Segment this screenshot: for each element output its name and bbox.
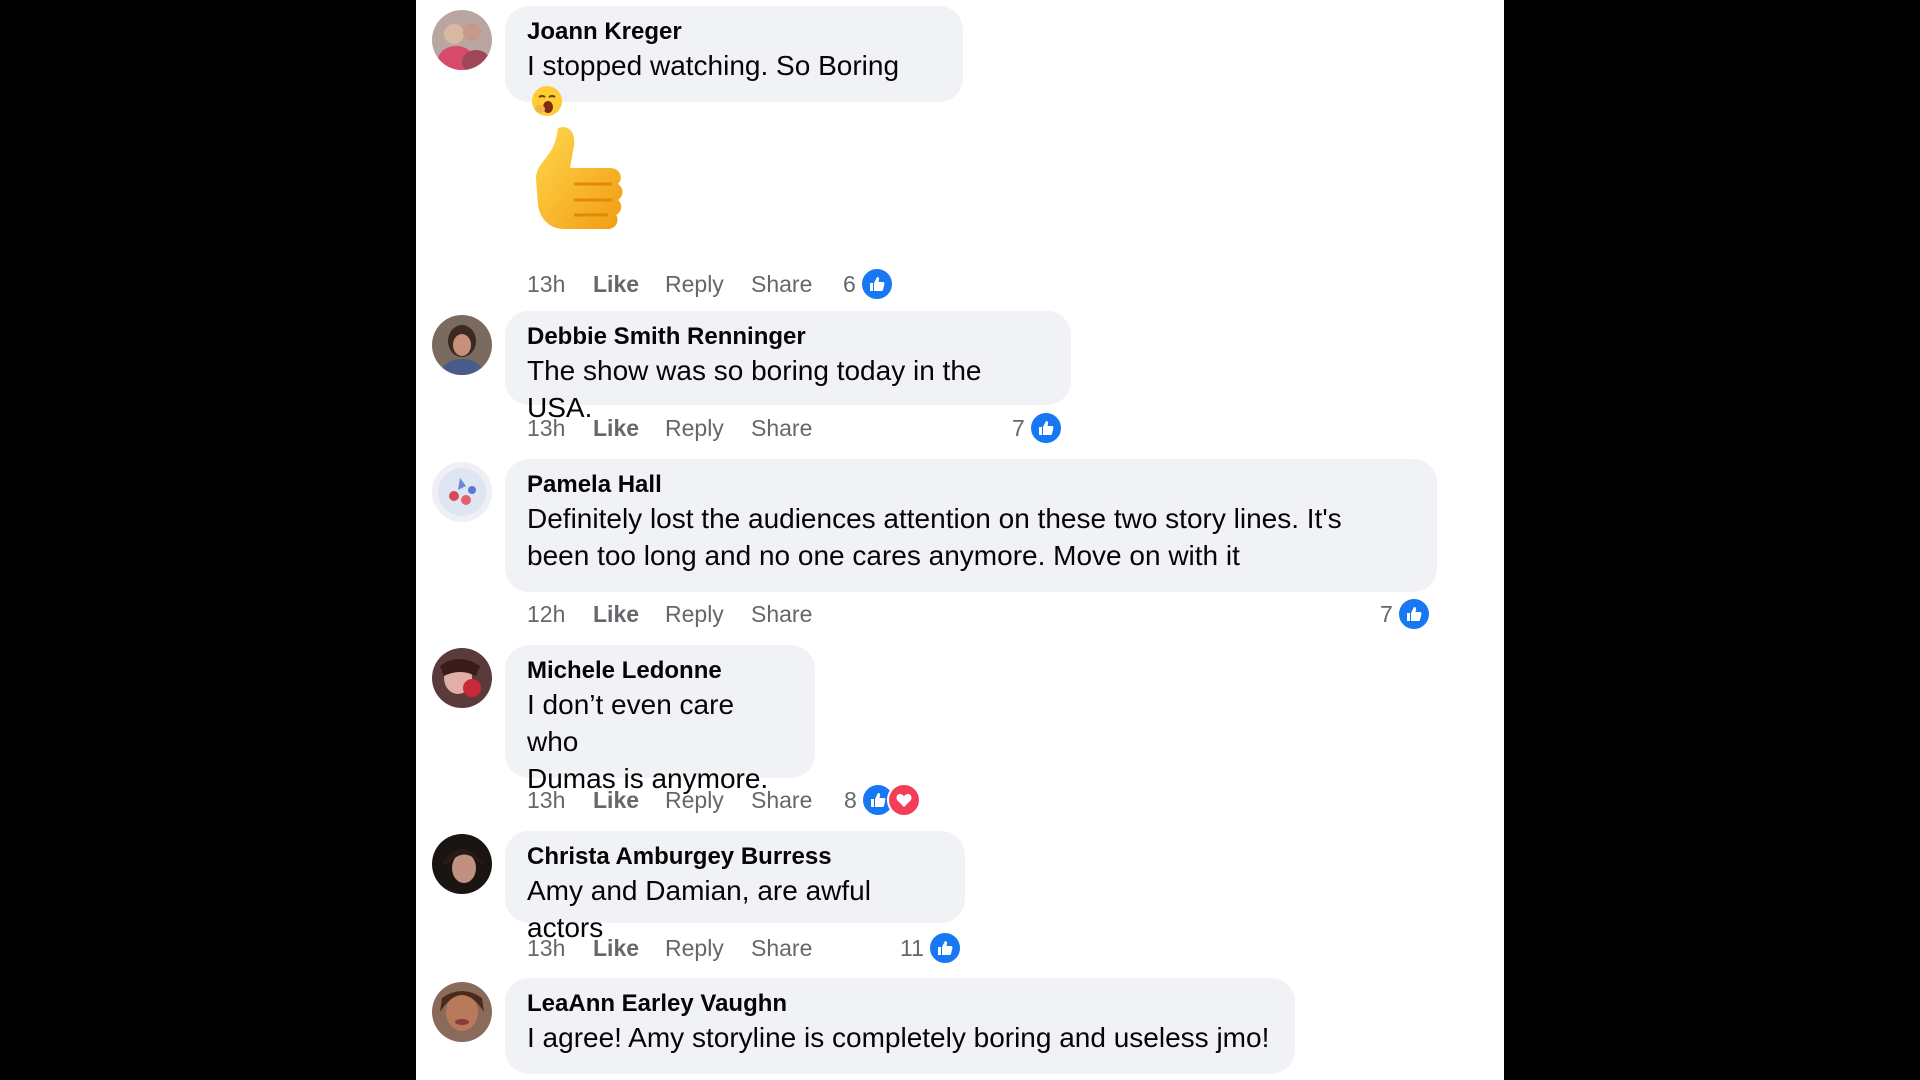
reaction-summary[interactable]: 6 [843, 266, 894, 302]
share-button[interactable]: Share [751, 787, 812, 814]
like-button[interactable]: Like [593, 601, 665, 628]
like-button[interactable]: Like [593, 271, 665, 298]
avatar[interactable] [432, 834, 492, 894]
comment-actions: 13h Like Reply Share [527, 932, 812, 964]
share-button[interactable]: Share [751, 271, 812, 298]
reply-button[interactable]: Reply [665, 601, 751, 628]
comment-author[interactable]: Joann Kreger [527, 17, 940, 47]
comment-bubble: Pamela Hall Definitely lost the audience… [505, 459, 1437, 592]
like-reaction-icon [859, 267, 894, 301]
reaction-summary[interactable]: 11 [900, 930, 962, 966]
avatar[interactable] [432, 982, 492, 1042]
reply-button[interactable]: Reply [665, 787, 751, 814]
comment-bubble: Joann Kreger I stopped watching. So Bori… [505, 6, 963, 116]
reaction-summary[interactable]: 8 [844, 782, 921, 818]
comment-bubble: Christa Amburgey Burress Amy and Damian,… [505, 831, 965, 943]
timestamp[interactable]: 12h [527, 601, 593, 628]
comment-text: I agree! Amy storyline is completely bor… [527, 1022, 1270, 1053]
timestamp[interactable]: 13h [527, 935, 593, 962]
share-button[interactable]: Share [751, 935, 812, 962]
reaction-count: 11 [900, 934, 924, 961]
avatar[interactable] [432, 648, 492, 708]
comment-actions: 13h Like Reply Share [527, 412, 812, 444]
reply-button[interactable]: Reply [665, 935, 751, 962]
comment-bubble: Debbie Smith Renninger The show was so b… [505, 311, 1071, 423]
like-button[interactable]: Like [593, 935, 665, 962]
comment-text-line: Definitely lost the audiences attention … [527, 503, 1342, 534]
comment-actions: 13h Like Reply Share [527, 268, 812, 300]
comment-bubble: Michele Ledonne I don’t even care who Du… [505, 645, 815, 794]
comment-author[interactable]: Debbie Smith Renninger [527, 322, 1048, 352]
comment-author[interactable]: Michele Ledonne [527, 656, 792, 686]
comment-author[interactable]: Pamela Hall [527, 470, 1414, 500]
comment-actions: 12h Like Reply Share [527, 598, 812, 630]
avatar[interactable] [432, 315, 492, 375]
comment-text-line: I don’t even care who [527, 689, 735, 757]
thumbs-up-sticker-icon [518, 118, 638, 248]
comment-bubble: LeaAnn Earley Vaughn I agree! Amy storyl… [505, 978, 1295, 1074]
reaction-summary[interactable]: 7 [1012, 410, 1063, 446]
reaction-count: 7 [1012, 414, 1025, 441]
reaction-count: 8 [844, 786, 857, 813]
reply-button[interactable]: Reply [665, 415, 751, 442]
timestamp[interactable]: 13h [527, 415, 593, 442]
comment-author[interactable]: Christa Amburgey Burress [527, 842, 942, 872]
avatar[interactable] [432, 10, 492, 70]
like-reaction-icon [1028, 411, 1063, 445]
share-button[interactable]: Share [751, 601, 812, 628]
reaction-count: 7 [1380, 600, 1393, 627]
like-reaction-icon [927, 931, 962, 965]
comments-panel: Joann Kreger I stopped watching. So Bori… [416, 0, 1504, 1080]
comment-actions: 13h Like Reply Share [527, 784, 812, 816]
comment-author[interactable]: LeaAnn Earley Vaughn [527, 989, 1272, 1019]
comment-text: I stopped watching. So Boring [527, 47, 940, 121]
avatar[interactable] [432, 462, 492, 522]
reply-button[interactable]: Reply [665, 271, 751, 298]
like-reaction-icon [1396, 597, 1431, 631]
reaction-summary[interactable]: 7 [1380, 596, 1431, 632]
like-button[interactable]: Like [593, 787, 665, 814]
comment-text-line: been too long and no one cares anymore. … [527, 540, 1240, 571]
like-button[interactable]: Like [593, 415, 665, 442]
timestamp[interactable]: 13h [527, 787, 593, 814]
share-button[interactable]: Share [751, 415, 812, 442]
reaction-count: 6 [843, 270, 856, 297]
comment-text-content: I stopped watching. So Boring [527, 50, 900, 81]
love-reaction-icon [886, 783, 921, 817]
timestamp[interactable]: 13h [527, 271, 593, 298]
yawning-face-icon [531, 85, 563, 117]
